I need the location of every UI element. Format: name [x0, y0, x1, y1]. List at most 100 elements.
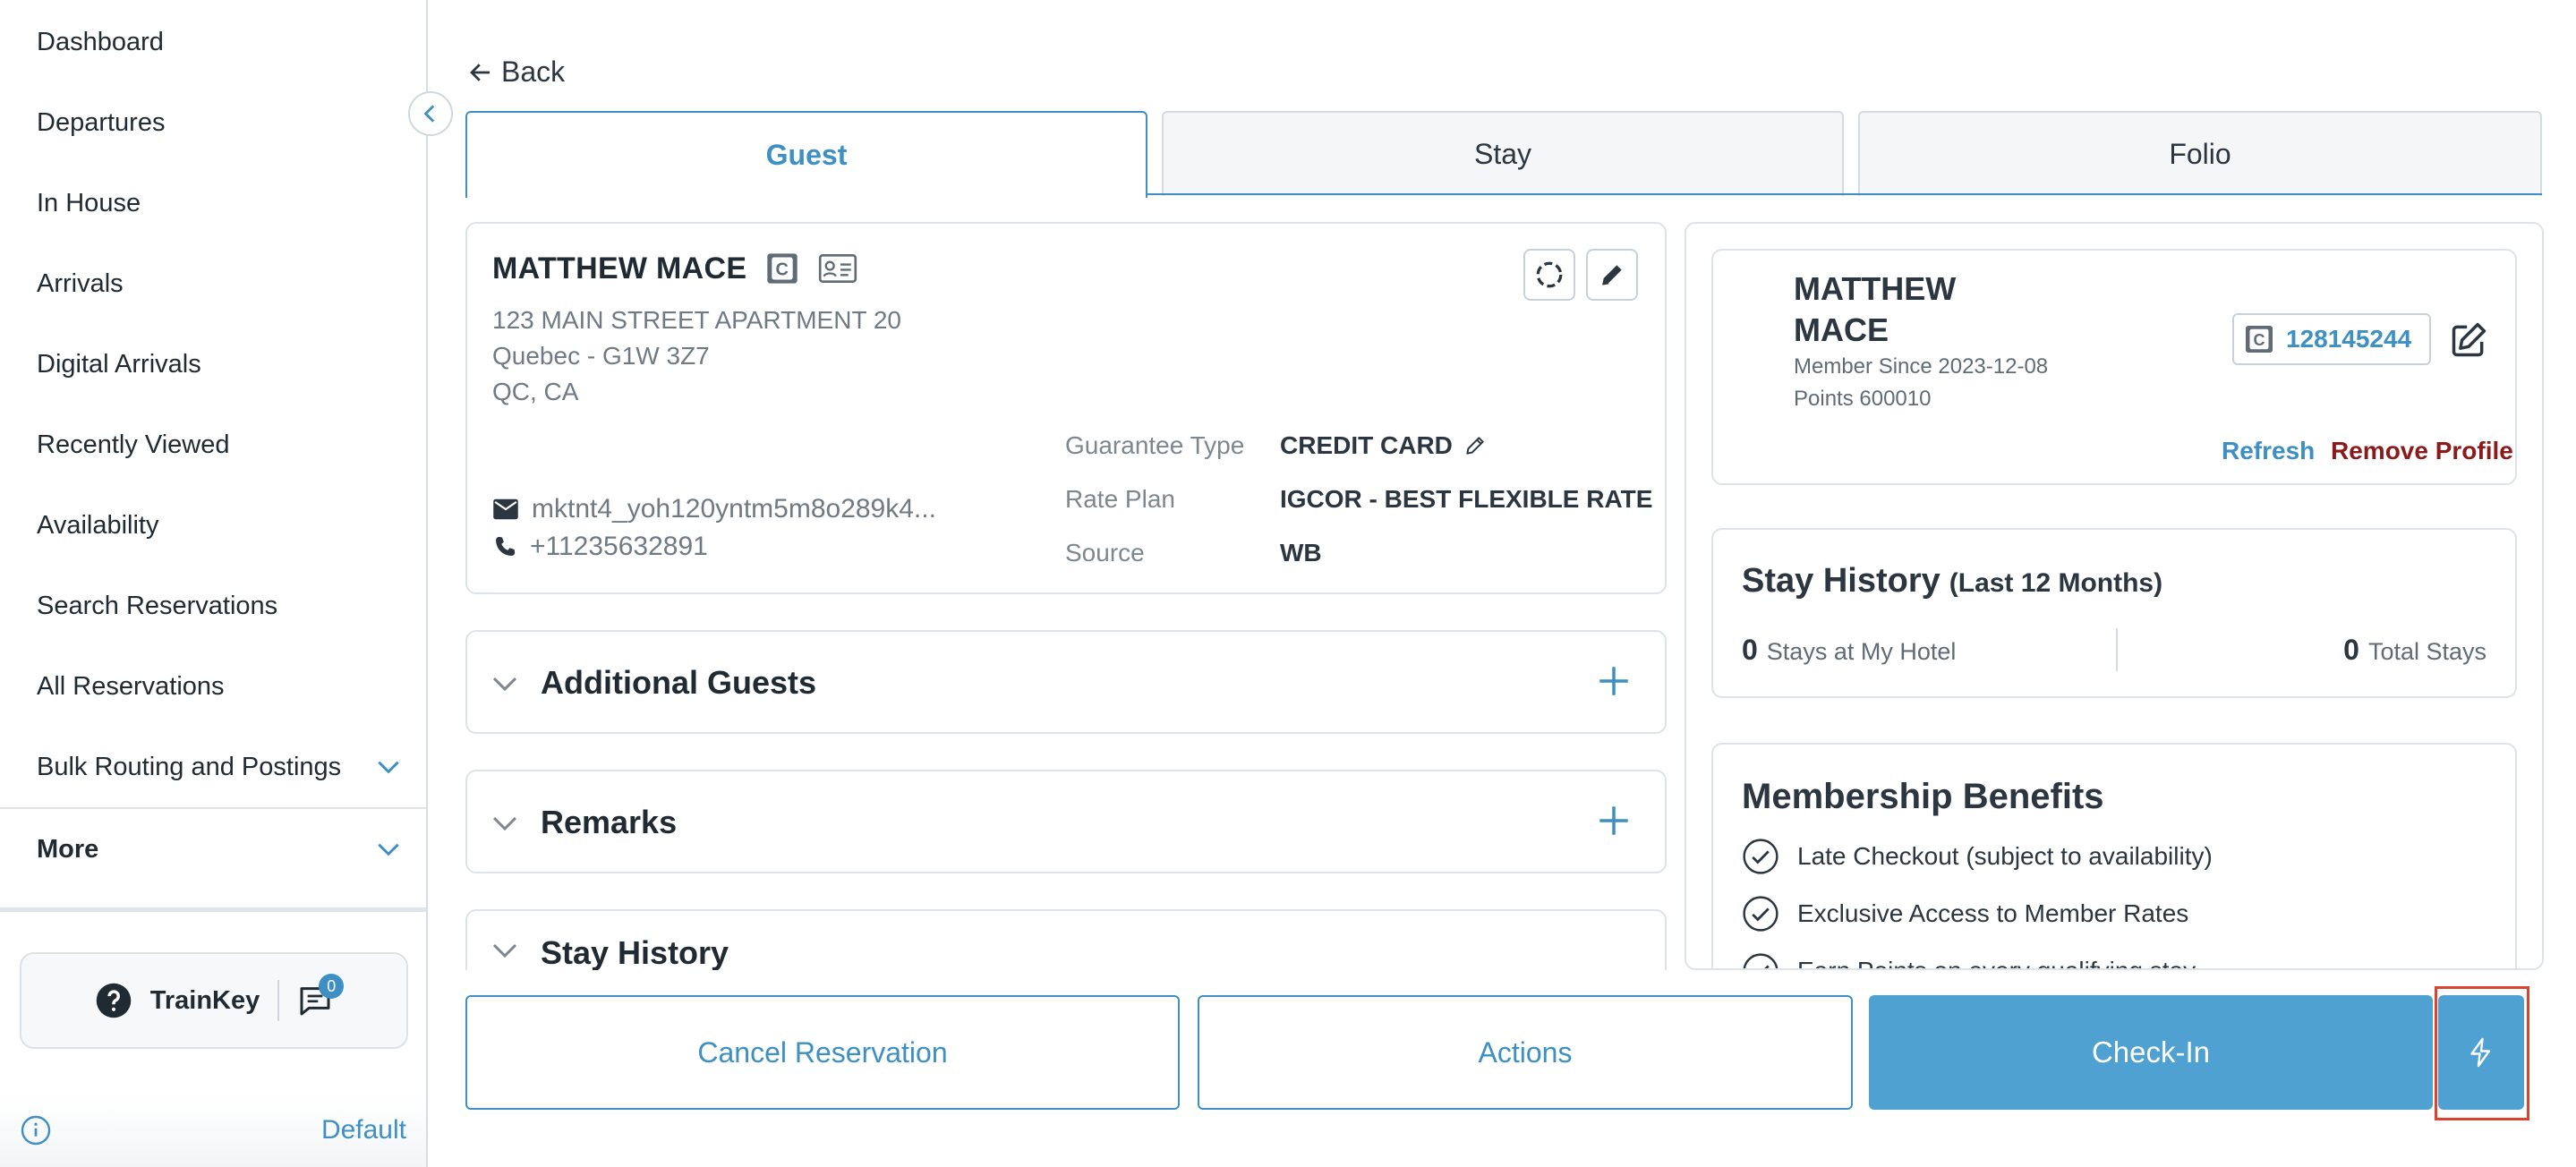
- accordion-additional-guests[interactable]: Additional Guests: [465, 630, 1667, 734]
- sidebar-item-label: Recently Viewed: [37, 430, 230, 459]
- refresh-guest-button[interactable]: [1523, 249, 1575, 301]
- member-points: Points 600010: [1794, 387, 1932, 411]
- actions-button[interactable]: Actions: [1198, 995, 1853, 1110]
- quick-check-in-button[interactable]: [2438, 995, 2524, 1110]
- lightning-icon: [2470, 1037, 2491, 1068]
- sidebar-item-all-reservations[interactable]: All Reservations: [0, 646, 426, 727]
- remove-profile-link[interactable]: Remove Profile: [2331, 437, 2513, 465]
- refresh-link[interactable]: Refresh: [2222, 437, 2315, 465]
- guarantee-type-text: CREDIT CARD: [1280, 431, 1453, 459]
- accordion-remarks[interactable]: Remarks: [465, 770, 1667, 873]
- button-label: Actions: [1478, 1035, 1573, 1069]
- member-shield-icon: C: [767, 253, 798, 284]
- tab-label: Guest: [765, 139, 848, 171]
- sidebar: Dashboard Departures In House Arrivals D…: [0, 0, 428, 1167]
- benefit-item: Late Checkout (subject to availability): [1742, 838, 2213, 875]
- source-label: Source: [1065, 539, 1145, 566]
- sidebar-item-label: Digital Arrivals: [37, 349, 201, 379]
- tab-stay[interactable]: Stay: [1162, 111, 1844, 196]
- stays-at-hotel-label: Stays at My Hotel: [1766, 638, 1957, 665]
- sidebar-item-label: Dashboard: [37, 27, 164, 56]
- stay-history-heading: Stay History (Last 12 Months): [1742, 562, 2162, 601]
- back-link[interactable]: Back: [467, 55, 565, 89]
- member-number: 128145244: [2286, 325, 2412, 353]
- tab-label: Stay: [1473, 138, 1532, 170]
- total-stays: 0 Total Stays: [2343, 634, 2486, 667]
- sidebar-item-departures[interactable]: Departures: [0, 82, 426, 163]
- sidebar-item-bulk-routing[interactable]: Bulk Routing and Postings: [0, 727, 426, 807]
- chevron-down-icon: [492, 816, 517, 831]
- guarantee-type-label: Guarantee Type: [1065, 431, 1245, 459]
- guest-phone[interactable]: +11235632891: [492, 532, 708, 562]
- tab-guest[interactable]: Guest: [465, 111, 1147, 198]
- address-line-1: 123 MAIN STREET APARTMENT 20: [492, 306, 901, 334]
- accordion-title: Remarks: [541, 804, 678, 840]
- chevron-down-icon: [378, 761, 399, 774]
- chevron-left-icon: [423, 105, 435, 123]
- check-circle-icon: [1743, 953, 1778, 968]
- sidebar-item-label: More: [37, 834, 99, 864]
- mail-icon: [493, 498, 518, 520]
- sidebar-item-label: Arrivals: [37, 268, 124, 298]
- sidebar-item-digital-arrivals[interactable]: Digital Arrivals: [0, 324, 426, 405]
- benefit-text: Late Checkout (subject to availability): [1797, 842, 2213, 870]
- total-stays-label: Total Stays: [2367, 638, 2486, 665]
- id-card-icon[interactable]: [818, 252, 857, 285]
- arrow-left-icon: [470, 63, 490, 81]
- member-first-name: MATTHEW: [1794, 270, 1957, 307]
- accordion-title: Stay History: [541, 934, 729, 970]
- check-in-button[interactable]: Check-In: [1869, 995, 2433, 1110]
- guest-name-text: MATTHEW MACE: [492, 251, 747, 285]
- messages-button[interactable]: 0: [297, 974, 345, 1018]
- sidebar-item-recently-viewed[interactable]: Recently Viewed: [0, 405, 426, 485]
- trainkey-panel: TrainKey 0: [20, 952, 408, 1049]
- sidebar-item-dashboard[interactable]: Dashboard: [0, 2, 426, 82]
- plus-icon[interactable]: [1595, 662, 1633, 700]
- sidebar-item-more[interactable]: More: [0, 809, 426, 890]
- button-label: Check-In: [2091, 1035, 2211, 1069]
- loyalty-panel[interactable]: MATTHEW MACE Member Since 2023-12-08 Poi…: [1685, 222, 2544, 970]
- guest-email[interactable]: mktnt4_yoh120yntm5m8o289k4...: [492, 494, 936, 524]
- member-last-name: MACE: [1794, 311, 1889, 348]
- member-card: MATTHEW MACE Member Since 2023-12-08 Poi…: [1711, 249, 2517, 485]
- pencil-icon: [1602, 265, 1622, 285]
- tab-folio[interactable]: Folio: [1858, 111, 2542, 196]
- stays-at-hotel-count: 0: [1742, 634, 1758, 666]
- messages-count-badge: 0: [319, 974, 345, 999]
- trainkey-label[interactable]: TrainKey: [150, 986, 260, 1016]
- plus-icon[interactable]: [1595, 802, 1633, 839]
- total-stays-count: 0: [2343, 634, 2359, 666]
- guest-details-card: MATTHEW MACE C 123 MAIN STREET APARTMENT…: [465, 222, 1667, 594]
- sidebar-item-in-house[interactable]: In House: [0, 163, 426, 243]
- sidebar-item-arrivals[interactable]: Arrivals: [0, 243, 426, 324]
- edit-square-icon[interactable]: [2449, 320, 2488, 360]
- sidebar-item-label: Bulk Routing and Postings: [37, 752, 342, 781]
- help-icon[interactable]: [95, 982, 132, 1019]
- benefit-item: Exclusive Access to Member Rates: [1742, 895, 2188, 933]
- pencil-outline-icon[interactable]: [1463, 434, 1487, 457]
- button-label: Cancel Reservation: [697, 1035, 948, 1069]
- guarantee-type-value: CREDIT CARD: [1280, 431, 1487, 460]
- accordion-stay-history[interactable]: Stay History: [465, 909, 1667, 970]
- profile-default-label[interactable]: Default: [321, 1115, 406, 1146]
- divider: [277, 980, 280, 1021]
- sidebar-item-availability[interactable]: Availability: [0, 485, 426, 566]
- benefit-text: Earn Points on every qualifying stay: [1797, 957, 2196, 968]
- address-line-3: QC, CA: [492, 378, 579, 405]
- collapse-sidebar-button[interactable]: [408, 91, 453, 136]
- tab-label: Folio: [2169, 138, 2231, 170]
- sidebar-item-search-reservations[interactable]: Search Reservations: [0, 566, 426, 646]
- divider: [0, 907, 426, 912]
- sidebar-item-label: Search Reservations: [37, 591, 278, 620]
- info-icon[interactable]: [20, 1114, 52, 1146]
- member-number-chip[interactable]: C 128145244: [2232, 313, 2431, 365]
- benefits-title: Membership Benefits: [1742, 777, 2104, 816]
- benefit-item: Earn Points on every qualifying stay: [1742, 952, 2196, 968]
- accordion-title: Additional Guests: [541, 664, 817, 701]
- edit-guest-button[interactable]: [1586, 249, 1638, 301]
- check-circle-icon: [1743, 839, 1778, 874]
- cancel-reservation-button[interactable]: Cancel Reservation: [465, 995, 1180, 1110]
- chevron-down-icon: [492, 943, 517, 958]
- member-shield-icon: C: [2246, 326, 2273, 353]
- stay-history-card: Stay History (Last 12 Months) 0 Stays at…: [1711, 528, 2517, 698]
